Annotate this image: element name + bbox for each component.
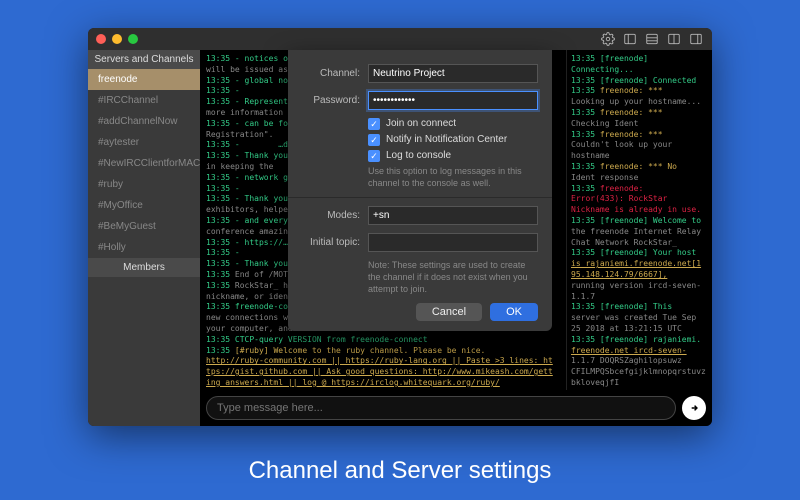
sidebar-item[interactable]: #IRCChannel <box>88 90 200 111</box>
checkbox-join-label: Join on connect <box>386 118 456 129</box>
sidebar-header-servers: Servers and Channels <box>88 50 200 69</box>
page-caption: Channel and Server settings <box>0 457 800 485</box>
log-line: 25 2018 at 13:21:15 UTC <box>571 324 708 335</box>
sidebar-item[interactable]: #aytester <box>88 132 200 153</box>
list-icon[interactable] <box>644 31 660 47</box>
log-line: server was created Tue Sep <box>571 313 708 324</box>
log-line: 95.148.124.79/6667], <box>571 270 708 281</box>
checkbox-notify[interactable]: ✓ <box>368 134 380 146</box>
sidebar: Servers and Channels freenode#IRCChannel… <box>88 50 200 426</box>
sidebar-header-members: Members <box>88 258 200 277</box>
password-field[interactable] <box>368 91 538 110</box>
cancel-button[interactable]: Cancel <box>416 303 482 321</box>
sidebar-item[interactable]: #addChannelNow <box>88 111 200 132</box>
checkbox-log[interactable]: ✓ <box>368 150 380 162</box>
sidebar-item[interactable]: freenode <box>88 69 200 90</box>
close-icon[interactable] <box>96 34 106 44</box>
log-line: 13:35 [freenode] Connected <box>571 76 708 87</box>
titlebar <box>88 28 712 50</box>
zoom-icon[interactable] <box>128 34 138 44</box>
log-line: 13:35 freenode: <box>571 184 708 195</box>
ok-button[interactable]: OK <box>490 303 538 321</box>
log-line: 13:35 [freenode] This <box>571 302 708 313</box>
log-line: ing_answers.html || log @ https://irclog… <box>206 378 560 389</box>
panel-icon[interactable] <box>622 31 638 47</box>
log-line: 13:35 [freenode] Welcome to <box>571 216 708 227</box>
channel-label: Channel: <box>302 68 360 79</box>
log-line: 13:35 [freenode] rajaniemi. <box>571 335 708 346</box>
log-line: 1.1.7 <box>571 292 708 303</box>
modes-label: Modes: <box>302 210 360 221</box>
channel-field[interactable] <box>368 64 538 83</box>
log-line: 13:45 Closing Link: 106.51.37.75 () <box>206 389 560 390</box>
log-line: bkloveqjfI <box>571 378 708 389</box>
log-line: Chat Network RockStar_ <box>571 238 708 249</box>
log-line: 13:35 CTCP-query VERSION from freenode-c… <box>206 335 560 346</box>
log-line: 13:35 freenode: *** <box>571 108 708 119</box>
log-line: hostname <box>571 151 708 162</box>
checkbox-join[interactable]: ✓ <box>368 118 380 130</box>
log-line: Couldn't look up your <box>571 140 708 151</box>
toolbar <box>600 31 704 47</box>
log-line: Connecting... <box>571 65 708 76</box>
sidebar-item[interactable]: #MyOffice <box>88 195 200 216</box>
sidebar-item[interactable]: #ruby <box>88 174 200 195</box>
sidebar-toggle-icon[interactable] <box>688 31 704 47</box>
gear-icon[interactable] <box>600 31 616 47</box>
log-line: 13:35 freenode: *** No <box>571 162 708 173</box>
log-line: is rajaniemi.freenode.net[1 <box>571 259 708 270</box>
log-line: 13:35 [freenode] <box>571 54 708 65</box>
log-line: CFILMPQSbcefgijklmnopqrstuvz <box>571 367 708 378</box>
minimize-icon[interactable] <box>112 34 122 44</box>
password-label: Password: <box>302 95 360 106</box>
send-button[interactable] <box>682 396 706 420</box>
log-line: 13:35 freenode: *** <box>571 86 708 97</box>
traffic-lights <box>96 34 138 44</box>
split-icon[interactable] <box>666 31 682 47</box>
server-log: 13:35 [freenode]Connecting...13:35 [free… <box>566 50 712 390</box>
log-line: 13:35 [freenode] Your host <box>571 248 708 259</box>
checkbox-log-label: Log to console <box>386 150 451 161</box>
checkbox-notify-label: Notify in Notification Center <box>386 134 507 145</box>
hint-create: Note: These settings are used to create … <box>368 260 538 295</box>
log-line: 13:35 freenode: *** <box>571 130 708 141</box>
log-line: 1.1.7 DOQRSZaghilopsuwz <box>571 356 708 367</box>
modes-field[interactable] <box>368 206 538 225</box>
topic-label: Initial topic: <box>302 237 360 248</box>
log-line: 13:35 [#ruby] Welcome to the ruby channe… <box>206 346 560 357</box>
channel-settings-sheet: Channel: Password: ✓ Join on connect ✓ N… <box>288 50 552 331</box>
log-line: Error(433): RockStar <box>571 194 708 205</box>
log-line: Nickname is already in use. <box>571 205 708 216</box>
sidebar-item[interactable]: #Holly <box>88 237 200 258</box>
compose-row <box>200 390 712 426</box>
log-line: the freenode Internet Relay <box>571 227 708 238</box>
log-line: Looking up your hostname... <box>571 97 708 108</box>
sidebar-item[interactable]: #BeMyGuest <box>88 216 200 237</box>
divider <box>288 197 552 198</box>
message-input[interactable] <box>206 396 676 420</box>
hint-log: Use this option to log messages in this … <box>368 166 538 189</box>
log-line: running version ircd-seven- <box>571 281 708 292</box>
topic-field[interactable] <box>368 233 538 252</box>
sidebar-item[interactable]: #NewIRCClientforMAC <box>88 153 200 174</box>
log-line: freenode.net ircd-seven- <box>571 346 708 357</box>
app-window: Servers and Channels freenode#IRCChannel… <box>88 28 712 426</box>
log-line: tps://gist.github.com || Ask good questi… <box>206 367 560 378</box>
log-line: Ident response <box>571 173 708 184</box>
log-line: http://ruby-community.com || https://rub… <box>206 356 560 367</box>
log-line: Checking Ident <box>571 119 708 130</box>
